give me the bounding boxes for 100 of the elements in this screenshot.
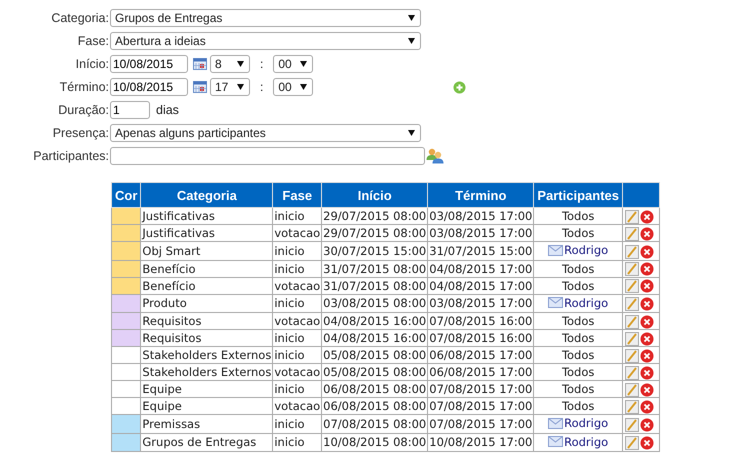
table-cell: Requisitos xyxy=(140,312,273,330)
duration-field[interactable]: 1 xyxy=(110,101,150,119)
caret-icon xyxy=(237,61,244,67)
caret-icon xyxy=(300,84,308,90)
edit-icon[interactable] xyxy=(625,314,639,329)
delete-icon[interactable] xyxy=(640,297,654,312)
delete-icon[interactable] xyxy=(640,210,654,224)
date-field[interactable]: 10/08/2015 xyxy=(110,55,188,73)
minute-select[interactable]: 00 xyxy=(273,55,314,73)
delete-icon[interactable] xyxy=(640,366,654,380)
field-label: Presença: xyxy=(52,126,109,140)
delete-icon[interactable] xyxy=(640,348,654,363)
caret-icon xyxy=(237,84,244,90)
table-cell: 04/08/2015 16:00 xyxy=(322,312,428,330)
table-cell: 06/08/2015 08:00 xyxy=(322,398,428,414)
edit-icon[interactable] xyxy=(625,418,639,432)
table-cell: 03/08/2015 17:00 xyxy=(428,224,534,242)
delete-icon[interactable] xyxy=(640,400,654,414)
edit-icon[interactable] xyxy=(625,366,639,380)
table-cell: votacao xyxy=(272,312,322,330)
calendar-icon[interactable] xyxy=(193,58,207,70)
edit-icon[interactable] xyxy=(625,400,639,414)
field-label: Fase: xyxy=(76,34,109,48)
delete-icon[interactable] xyxy=(640,382,654,397)
table-cell: Todos xyxy=(562,278,594,292)
table-cell: 03/08/2015 17:00 xyxy=(428,294,534,312)
delete-icon[interactable] xyxy=(640,244,654,259)
envelope-icon[interactable] xyxy=(548,244,564,256)
edit-icon[interactable] xyxy=(625,244,639,259)
edit-icon[interactable] xyxy=(625,332,639,346)
delete-icon[interactable] xyxy=(640,418,654,432)
table-cell: 05/08/2015 08:00 xyxy=(322,346,428,364)
category-select[interactable]: Grupos de Entregas xyxy=(110,9,421,27)
table-cell: Obj Smart xyxy=(140,242,273,260)
table-cell: 31/07/2015 15:00 xyxy=(428,242,534,260)
field-label: Participantes: xyxy=(32,149,109,163)
table-cell: Todos xyxy=(562,262,594,276)
table-cell: 29/07/2015 08:00 xyxy=(322,224,428,242)
table-cell: Todos xyxy=(562,209,594,223)
table-cell: inicio xyxy=(272,260,322,277)
table-cell: inicio xyxy=(272,294,322,312)
edit-icon[interactable] xyxy=(625,348,639,363)
table-cell: 04/08/2015 17:00 xyxy=(428,277,534,294)
delete-icon[interactable] xyxy=(640,436,654,450)
minute-select[interactable]: 00 xyxy=(273,78,314,96)
delete-icon[interactable] xyxy=(640,314,654,329)
table-cell: Grupos de Entregas xyxy=(140,433,273,452)
table-cell: votacao xyxy=(272,364,322,380)
participant-name: Rodrigo xyxy=(564,242,608,258)
column-header: Início xyxy=(322,182,428,208)
participants-field[interactable] xyxy=(110,147,425,165)
table-cell: Stakeholders Externos xyxy=(140,364,273,380)
field-label: Categoria: xyxy=(50,11,109,25)
table-cell: inicio xyxy=(272,208,322,224)
table-cell: inicio xyxy=(272,330,322,346)
add-icon[interactable] xyxy=(453,80,466,94)
delete-icon[interactable] xyxy=(640,226,654,241)
table-cell: 07/08/2015 16:00 xyxy=(428,312,534,330)
delete-icon[interactable] xyxy=(640,332,654,346)
date-field[interactable]: 10/08/2015 xyxy=(110,78,188,96)
edit-icon[interactable] xyxy=(625,226,639,241)
participant-name: Rodrigo xyxy=(564,294,608,310)
participant-name: Rodrigo xyxy=(564,434,608,450)
phase-select[interactable]: Abertura a ideias xyxy=(110,32,421,50)
unit-label: dias xyxy=(156,103,179,117)
table-cell: inicio xyxy=(272,242,322,260)
edit-icon[interactable] xyxy=(625,297,639,312)
edit-icon[interactable] xyxy=(625,210,639,224)
column-header: Término xyxy=(428,182,534,208)
hour-select[interactable]: 17 xyxy=(210,78,250,96)
edit-icon[interactable] xyxy=(625,382,639,397)
envelope-icon[interactable] xyxy=(548,297,564,308)
table-cell: 31/07/2015 08:00 xyxy=(322,277,428,294)
delete-icon[interactable] xyxy=(640,279,654,294)
table-cell: Benefício xyxy=(140,277,273,294)
calendar-icon[interactable] xyxy=(193,81,207,93)
edit-icon[interactable] xyxy=(625,262,639,276)
edit-icon[interactable] xyxy=(625,279,639,294)
caret-icon xyxy=(408,130,415,136)
table-cell: Todos xyxy=(562,382,594,396)
table-cell: inicio xyxy=(272,433,322,452)
delete-icon[interactable] xyxy=(640,262,654,276)
caret-icon xyxy=(408,15,415,21)
table-cell: 31/07/2015 08:00 xyxy=(322,260,428,277)
table-cell: votacao xyxy=(272,277,322,294)
hour-select[interactable]: 8 xyxy=(210,55,250,73)
column-header: Fase xyxy=(272,182,322,208)
table-cell: Produto xyxy=(140,294,273,312)
presence-select[interactable]: Apenas alguns participantes xyxy=(110,124,421,142)
edit-icon[interactable] xyxy=(625,436,639,450)
table-cell: 05/08/2015 08:00 xyxy=(322,364,428,380)
table-cell: 10/08/2015 17:00 xyxy=(428,433,534,452)
caret-icon xyxy=(300,61,308,67)
people-icon[interactable] xyxy=(426,148,444,164)
envelope-icon[interactable] xyxy=(548,436,564,447)
table-cell: Todos xyxy=(562,314,594,328)
column-header: Participantes xyxy=(534,182,622,208)
envelope-icon[interactable] xyxy=(548,418,564,428)
table-cell: 07/08/2015 17:00 xyxy=(428,414,534,433)
table-cell: 06/08/2015 17:00 xyxy=(428,346,534,364)
